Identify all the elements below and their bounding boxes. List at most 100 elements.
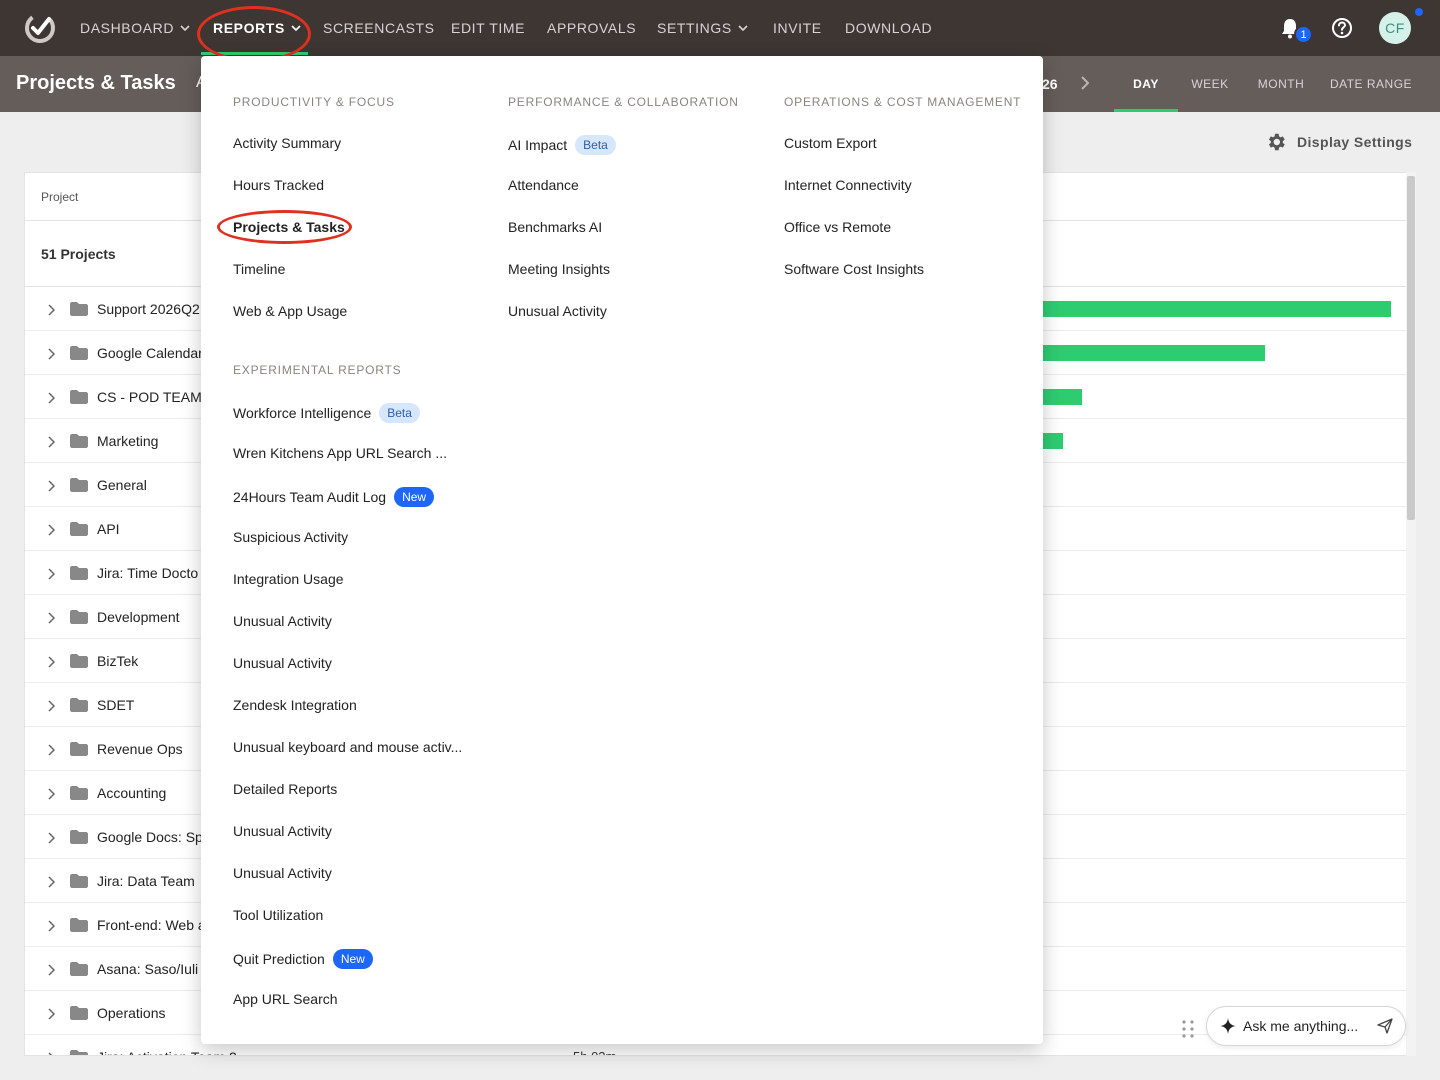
nav-invite[interactable]: INVITE [773, 0, 822, 56]
nav-dashboard[interactable]: DASHBOARD [80, 0, 190, 56]
nav-download[interactable]: DOWNLOAD [845, 0, 932, 56]
chevron-right-icon[interactable] [45, 1007, 57, 1020]
chevron-down-icon [180, 25, 190, 32]
menu-item-benchmarks-ai[interactable]: Benchmarks AI [508, 219, 602, 235]
menu-item-web-app-usage[interactable]: Web & App Usage [233, 303, 347, 319]
menu-item-unusual-keyboard-and-mouse-activ[interactable]: Unusual keyboard and mouse activ... [233, 739, 462, 755]
drag-handle-icon[interactable] [1180, 1018, 1196, 1040]
new-badge: New [394, 487, 435, 507]
menu-item-unusual-activity[interactable]: Unusual Activity [233, 865, 332, 881]
menu-item-app-url-search[interactable]: App URL Search [233, 991, 338, 1007]
nav-settings[interactable]: SETTINGS [657, 0, 748, 56]
range-tab-date-range[interactable]: DATE RANGE [1320, 56, 1422, 112]
chevron-right-icon[interactable] [45, 875, 57, 888]
menu-item-quit-prediction[interactable]: Quit Prediction New [233, 949, 373, 969]
menu-section-heading: OPERATIONS & COST MANAGEMENT [784, 95, 1022, 109]
project-time-bar [1043, 433, 1063, 449]
chevron-right-icon[interactable] [45, 699, 57, 712]
menu-item-unusual-activity[interactable]: Unusual Activity [233, 613, 332, 629]
chevron-right-icon[interactable] [45, 963, 57, 976]
menu-item-ai-impact[interactable]: AI Impact Beta [508, 135, 616, 155]
folder-icon [70, 609, 88, 624]
project-name: Front-end: Web a [97, 916, 206, 933]
avatar-status-dot [1415, 8, 1423, 16]
menu-item-label: Internet Connectivity [784, 177, 912, 193]
chevron-right-icon[interactable] [45, 743, 57, 756]
project-duration: 5h 02m [573, 1049, 616, 1055]
chevron-right-icon[interactable] [45, 919, 57, 932]
chevron-right-icon[interactable] [45, 1051, 57, 1055]
menu-item-integration-usage[interactable]: Integration Usage [233, 571, 344, 587]
chevron-right-icon[interactable] [45, 479, 57, 492]
menu-item-label: Attendance [508, 177, 579, 193]
menu-item-internet-connectivity[interactable]: Internet Connectivity [784, 177, 912, 193]
folder-icon [70, 565, 88, 580]
menu-item-label: Tool Utilization [233, 907, 324, 923]
range-tab-week[interactable]: WEEK [1178, 56, 1242, 112]
menu-item-unusual-activity[interactable]: Unusual Activity [233, 655, 332, 671]
chevron-right-icon[interactable] [45, 435, 57, 448]
display-settings-button[interactable]: Display Settings [1265, 131, 1412, 153]
menu-item-projects-tasks[interactable]: Projects & Tasks [233, 219, 345, 235]
folder-icon [70, 961, 88, 976]
menu-item-timeline[interactable]: Timeline [233, 261, 285, 277]
menu-item-software-cost-insights[interactable]: Software Cost Insights [784, 261, 924, 277]
project-name: Google Calendar [97, 344, 203, 361]
menu-item-meeting-insights[interactable]: Meeting Insights [508, 261, 610, 277]
chevron-right-icon[interactable] [45, 787, 57, 800]
menu-item-zendesk-integration[interactable]: Zendesk Integration [233, 697, 357, 713]
menu-item-hours-tracked[interactable]: Hours Tracked [233, 177, 324, 193]
chevron-right-icon[interactable] [45, 567, 57, 580]
chevron-right-icon[interactable] [45, 655, 57, 668]
menu-item-label: Web & App Usage [233, 303, 348, 319]
chevron-right-icon[interactable] [45, 347, 57, 360]
menu-item-tool-utilization[interactable]: Tool Utilization [233, 907, 323, 923]
reports-dropdown-menu: PRODUCTIVITY & FOCUS Activity Summary Hour… [201, 56, 1043, 1044]
chevron-right-icon[interactable] [45, 391, 57, 404]
menu-item-suspicious-activity[interactable]: Suspicious Activity [233, 529, 348, 545]
nav-reports[interactable]: REPORTS [213, 0, 301, 56]
ask-ai-input[interactable]: Ask me anything... [1206, 1006, 1406, 1046]
range-tab-month[interactable]: MONTH [1246, 56, 1316, 112]
nav-approvals[interactable]: APPROVALS [547, 0, 636, 56]
project-name: Asana: Saso/Iuli [97, 960, 199, 977]
menu-item-label: Office vs Remote [784, 219, 892, 235]
menu-item-attendance[interactable]: Attendance [508, 177, 579, 193]
menu-item-unusual-activity[interactable]: Unusual Activity [508, 303, 607, 319]
chevron-right-icon[interactable] [45, 611, 57, 624]
user-avatar[interactable]: CF [1379, 12, 1411, 44]
nav-screencasts[interactable]: SCREENCASTS [323, 0, 435, 56]
folder-icon [70, 1005, 88, 1020]
chevron-right-icon[interactable] [45, 303, 57, 316]
project-name: API [97, 520, 120, 537]
table-scrollbar-thumb[interactable] [1407, 176, 1415, 520]
chevron-right-icon[interactable] [45, 523, 57, 536]
notification-count-badge: 1 [1294, 25, 1313, 44]
app-logo-icon[interactable] [22, 10, 58, 46]
range-tab-day[interactable]: DAY [1114, 56, 1178, 112]
folder-icon [70, 1049, 88, 1055]
next-date-chevron-icon[interactable] [1080, 76, 1090, 95]
help-icon[interactable] [1328, 14, 1356, 42]
menu-item-unusual-activity[interactable]: Unusual Activity [233, 823, 332, 839]
menu-item-activity-summary[interactable]: Activity Summary [233, 135, 341, 151]
menu-item-label: Activity Summary [233, 135, 342, 151]
project-name: Development [97, 608, 180, 625]
project-time-bar [1043, 301, 1391, 317]
menu-item-workforce-intelligence[interactable]: Workforce Intelligence Beta [233, 403, 420, 423]
menu-item-wren-kitchens-app-url-search[interactable]: Wren Kitchens App URL Search ... [233, 445, 447, 461]
menu-item-custom-export[interactable]: Custom Export [784, 135, 877, 151]
nav-edit-time[interactable]: EDIT TIME [451, 0, 525, 56]
send-icon[interactable] [1377, 1018, 1393, 1034]
menu-item-office-vs-remote[interactable]: Office vs Remote [784, 219, 891, 235]
project-name: CS - POD TEAMS [97, 388, 212, 405]
nav-label: DOWNLOAD [845, 20, 933, 36]
folder-icon [70, 389, 88, 404]
chevron-down-icon [738, 25, 748, 32]
nav-label: DASHBOARD [80, 20, 175, 36]
menu-item-detailed-reports[interactable]: Detailed Reports [233, 781, 337, 797]
menu-item-24hours-team-audit-log[interactable]: 24Hours Team Audit Log New [233, 487, 435, 507]
project-name: Jira: Activation Team 2 [97, 1049, 237, 1056]
nav-label: APPROVALS [547, 20, 637, 36]
chevron-right-icon[interactable] [45, 831, 57, 844]
